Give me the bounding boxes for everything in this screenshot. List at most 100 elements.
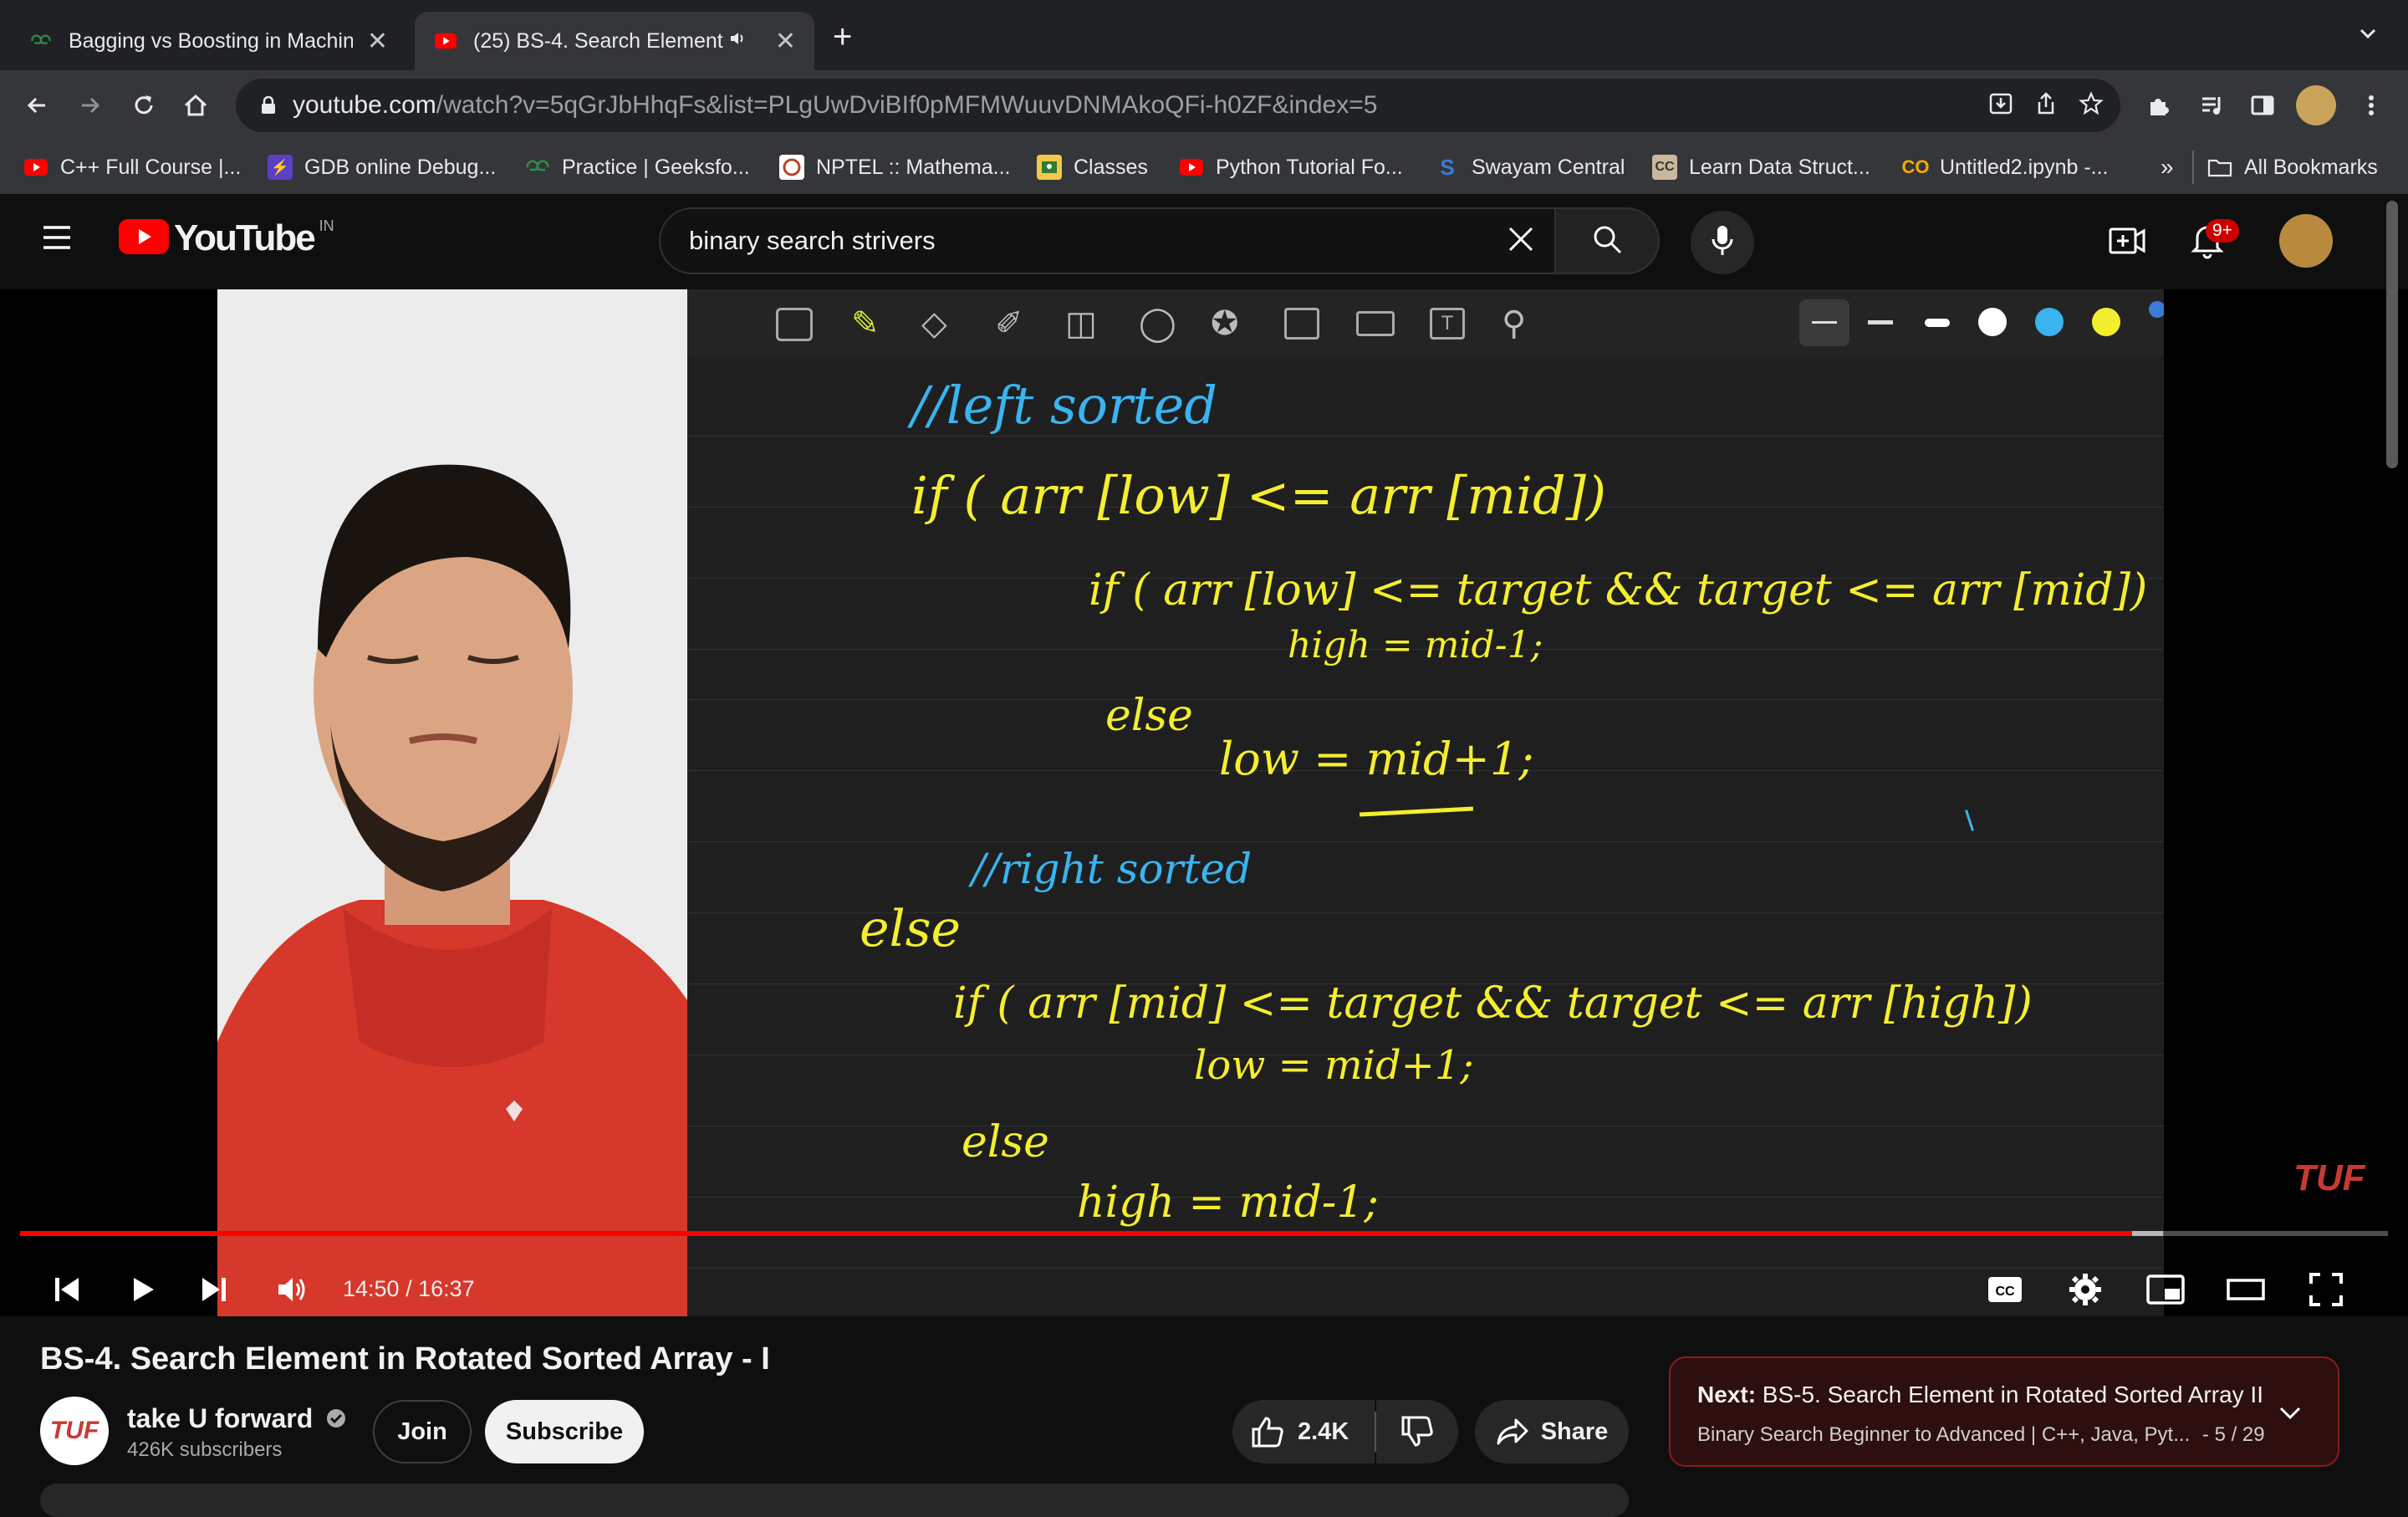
profile-avatar[interactable] bbox=[2296, 85, 2336, 125]
subscribe-button[interactable]: Subscribe bbox=[485, 1400, 644, 1463]
play-icon[interactable] bbox=[119, 1259, 166, 1320]
hamburger-menu-icon[interactable] bbox=[40, 224, 74, 255]
board-line: high = mid-1; bbox=[1077, 1177, 1379, 1228]
home-icon[interactable] bbox=[176, 85, 216, 125]
bookmark-swayam[interactable]: S Swayam Central bbox=[1435, 152, 1625, 182]
search-button[interactable] bbox=[1556, 207, 1660, 274]
color-yellow-swatch bbox=[2092, 308, 2120, 336]
bookmark-gdb[interactable]: ⚡ GDB online Debug... bbox=[268, 152, 496, 182]
photo-icon bbox=[1284, 308, 1319, 340]
video-frame[interactable]: ✎ ◇ ✐ ◫ ◯ ✪ T ⚲ //left sorted if (arr [… bbox=[217, 289, 2164, 1316]
board-line: if ( arr [mid] <= target && target <= ar… bbox=[953, 978, 2033, 1029]
install-app-icon[interactable] bbox=[1988, 91, 2013, 120]
progress-played bbox=[20, 1231, 2133, 1236]
next-icon[interactable] bbox=[191, 1259, 237, 1320]
lock-icon[interactable] bbox=[261, 95, 276, 115]
time-total: 16:37 bbox=[418, 1276, 475, 1301]
close-tab-icon[interactable]: ✕ bbox=[775, 27, 796, 56]
reload-icon[interactable] bbox=[124, 85, 164, 125]
voice-search-button[interactable] bbox=[1691, 211, 1754, 274]
next-playlist: Binary Search Beginner to Advanced | C++… bbox=[1697, 1423, 2191, 1446]
dislike-button[interactable] bbox=[1376, 1400, 1458, 1463]
share-button[interactable]: Share bbox=[1475, 1400, 1629, 1463]
thumbs-up-icon bbox=[1251, 1416, 1284, 1448]
bookmark-label: Practice | Geeksfo... bbox=[562, 155, 750, 179]
time-display: 14:50 / 16:37 bbox=[343, 1276, 475, 1302]
video-player[interactable]: ✎ ◇ ✐ ◫ ◯ ✪ T ⚲ //left sorted if (arr [… bbox=[0, 289, 2408, 1316]
geeksforgeeks-icon bbox=[525, 155, 550, 180]
page-scrollbar[interactable] bbox=[2386, 201, 2398, 468]
address-bar[interactable]: youtube.com/watch?v=5qGrJbHhqFs&list=PLg… bbox=[236, 79, 2120, 132]
board-line: if ( arr [low] <= target && target <= ar… bbox=[1089, 565, 2148, 615]
stroke-thick bbox=[1925, 319, 1950, 327]
settings-gear-icon[interactable] bbox=[2059, 1259, 2112, 1320]
thumbs-down-icon bbox=[1400, 1416, 1434, 1448]
channel-avatar[interactable]: TUF bbox=[40, 1397, 109, 1465]
color-white-swatch bbox=[1978, 308, 2007, 336]
fullscreen-icon[interactable] bbox=[2299, 1259, 2353, 1320]
media-control-icon[interactable] bbox=[2192, 85, 2232, 125]
forward-icon[interactable] bbox=[70, 85, 110, 125]
bookmarks-overflow-button[interactable]: » bbox=[2161, 152, 2174, 182]
previous-icon[interactable] bbox=[43, 1259, 90, 1320]
new-tab-button[interactable]: + bbox=[833, 18, 852, 56]
close-tab-icon[interactable]: ✕ bbox=[367, 27, 388, 56]
create-video-icon[interactable] bbox=[2109, 224, 2145, 262]
bookmark-learn-data-structures[interactable]: CC Learn Data Struct... bbox=[1652, 152, 1870, 182]
board-line: //right sorted bbox=[972, 845, 1252, 893]
next-position: - 5 / 29 bbox=[2201, 1423, 2265, 1446]
bookmark-label: Python Tutorial Fo... bbox=[1216, 155, 1403, 179]
description-box-edge[interactable] bbox=[40, 1484, 1629, 1517]
side-panel-icon[interactable] bbox=[2242, 85, 2283, 125]
bookmark-classes[interactable]: Classes bbox=[1037, 152, 1148, 182]
miniplayer-icon[interactable] bbox=[2139, 1259, 2192, 1320]
text-tool-icon: T bbox=[1430, 308, 1465, 340]
bookmark-nptel[interactable]: NPTEL :: Mathema... bbox=[779, 152, 1010, 182]
youtube-logo[interactable]: YouTube IN bbox=[119, 217, 334, 259]
audio-playing-icon[interactable] bbox=[729, 29, 747, 54]
url-host: youtube.com bbox=[293, 91, 436, 119]
next-heading: Next: BS-5. Search Element in Rotated So… bbox=[1697, 1382, 2263, 1408]
player-controls: 14:50 / 16:37 CC bbox=[20, 1259, 2388, 1320]
bookmark-python-tutorial[interactable]: Python Tutorial Fo... bbox=[1179, 152, 1403, 182]
bookmark-star-icon[interactable] bbox=[2079, 90, 2104, 120]
progress-bar[interactable] bbox=[20, 1231, 2388, 1236]
search-input[interactable] bbox=[687, 225, 1443, 257]
browser-tab-youtube[interactable]: (25) BS-4. Search Element ✕ bbox=[415, 12, 814, 70]
clear-search-icon[interactable] bbox=[1506, 224, 1536, 258]
underline-stroke bbox=[1359, 806, 1474, 817]
account-avatar[interactable] bbox=[2279, 214, 2333, 268]
bookmark-label: Untitled2.ipynb -... bbox=[1940, 155, 2109, 179]
theater-mode-icon[interactable] bbox=[2219, 1259, 2273, 1320]
pen-icon: ✎ bbox=[851, 305, 880, 342]
youtube-logo-text: YouTube bbox=[174, 217, 316, 258]
verified-check-icon bbox=[325, 1405, 347, 1436]
stroke-thin bbox=[1812, 321, 1837, 324]
board-line: if ( arr [low] <= arr [mid]) bbox=[911, 465, 1607, 526]
browser-tab-bagging[interactable]: Bagging vs Boosting in Machin ✕ bbox=[10, 12, 406, 70]
share-label: Share bbox=[1540, 1417, 1609, 1445]
share-page-icon[interactable] bbox=[2033, 91, 2059, 120]
volume-icon[interactable] bbox=[269, 1259, 316, 1320]
keyboard-icon bbox=[1356, 311, 1395, 336]
next-video-card[interactable]: Next: BS-5. Search Element in Rotated So… bbox=[1669, 1356, 2339, 1467]
extensions-icon[interactable] bbox=[2139, 85, 2179, 125]
pen-toolbar: ✎ ◇ ✐ ◫ ◯ ✪ T ⚲ bbox=[687, 289, 2164, 356]
chevron-down-icon[interactable] bbox=[2276, 1398, 2304, 1431]
browser-menu-icon[interactable] bbox=[2351, 85, 2391, 125]
search-box[interactable] bbox=[659, 207, 1556, 274]
channel-name[interactable]: take U forward bbox=[127, 1403, 347, 1436]
bookmark-geeksforgeeks[interactable]: Practice | Geeksfo... bbox=[525, 152, 750, 182]
bookmark-colab[interactable]: CO Untitled2.ipynb -... bbox=[1902, 152, 2109, 182]
presenter-video bbox=[217, 289, 687, 1316]
tab-search-chevron-icon[interactable] bbox=[2356, 22, 2380, 49]
back-icon[interactable] bbox=[17, 85, 57, 125]
board-line: high = mid-1; bbox=[1288, 624, 1543, 667]
bookmark-cpp-course[interactable]: C++ Full Course |... bbox=[23, 152, 241, 182]
all-bookmarks-button[interactable]: All Bookmarks bbox=[2207, 152, 2378, 182]
captions-icon[interactable]: CC bbox=[1978, 1259, 2032, 1320]
swayam-icon: S bbox=[1440, 154, 1455, 180]
url-text: youtube.com/watch?v=5qGrJbHhqFs&list=PLg… bbox=[293, 91, 1377, 120]
join-button[interactable]: Join bbox=[373, 1400, 472, 1463]
like-button[interactable]: 2.4K bbox=[1232, 1400, 1375, 1463]
